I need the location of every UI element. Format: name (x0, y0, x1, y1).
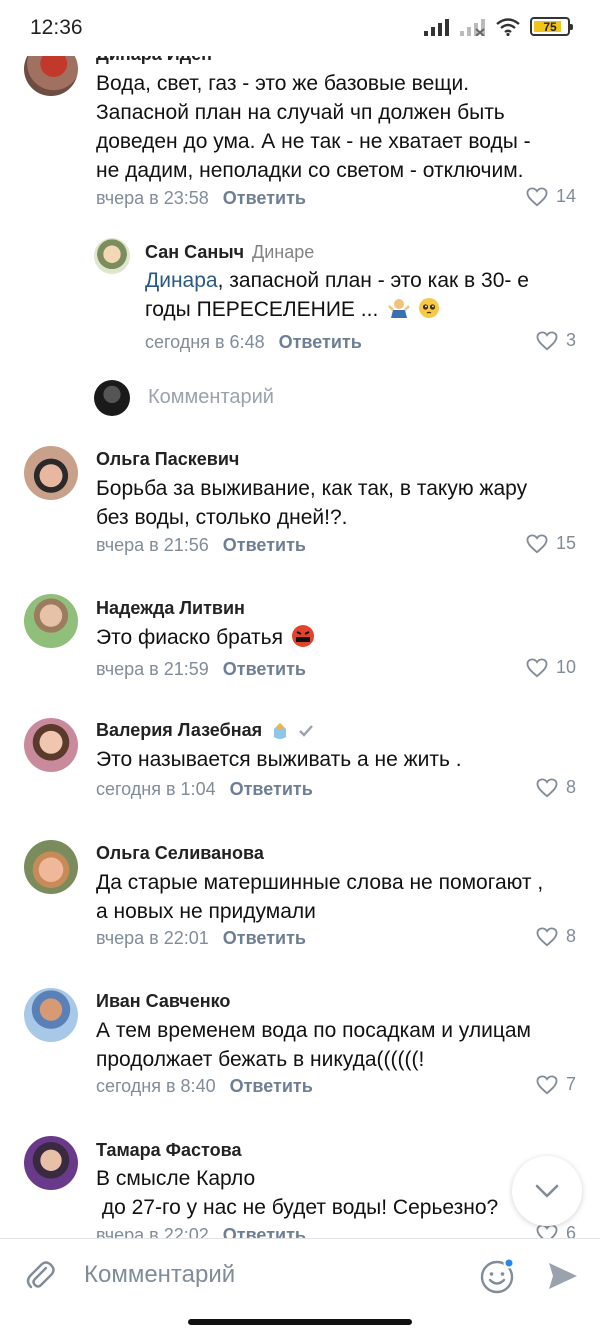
comment-meta: вчера в 21:56 Ответить (96, 535, 306, 556)
like-button[interactable]: 14 (526, 186, 576, 207)
comment-author[interactable]: Тамара Фастова (96, 1140, 241, 1161)
avatar[interactable] (24, 446, 78, 500)
signal-off-icon (460, 18, 485, 36)
heart-icon (536, 926, 558, 946)
comment-text: Это фиаско братья (96, 623, 576, 652)
heart-icon (536, 777, 558, 797)
reply-button[interactable]: Ответить (223, 1225, 306, 1238)
comment-time: вчера в 22:01 (96, 928, 209, 948)
reply-button[interactable]: Ответить (230, 1076, 313, 1096)
like-count: 6 (565, 1223, 576, 1238)
comment-time: вчера в 21:59 (96, 659, 209, 679)
like-count: 7 (565, 1074, 576, 1094)
comment-composer: Комментарий (0, 1238, 600, 1333)
comment-author[interactable]: Иван Савченко (96, 991, 230, 1012)
like-button[interactable]: 8 (536, 777, 576, 798)
battery-level: 75 (543, 19, 557, 34)
comment-input[interactable]: Комментарий (84, 1261, 235, 1289)
avatar[interactable] (94, 238, 130, 274)
chevron-down-icon (535, 1184, 559, 1198)
comment-time: сегодня в 1:04 (96, 779, 216, 799)
reply-button[interactable]: Ответить (223, 928, 306, 948)
comment-time: вчера в 21:56 (96, 535, 209, 555)
comment-author[interactable]: Сан Саныч Динаре (145, 242, 314, 263)
home-indicator (188, 1319, 412, 1325)
status-time: 12:36 (30, 16, 83, 39)
like-count: 15 (555, 533, 576, 553)
comment-text: Да старые матершинные слова не помогают … (96, 871, 544, 923)
battery-icon: 75 (530, 17, 573, 36)
scroll-down-button[interactable] (512, 1156, 582, 1226)
reply-button[interactable]: Ответить (223, 659, 306, 679)
like-count: 10 (555, 657, 576, 677)
comment-meta: сегодня в 6:48 Ответить (145, 332, 362, 353)
thread-reply-input[interactable]: Комментарий (148, 386, 274, 409)
like-count: 8 (565, 926, 576, 946)
swearing-emoji-icon (291, 625, 314, 647)
reply-button[interactable]: Ответить (230, 779, 313, 799)
comment-meta: вчера в 22:02 Ответить (96, 1225, 306, 1238)
comment-author[interactable]: Валерия Лазебная (96, 720, 314, 741)
like-button[interactable]: 3 (536, 330, 576, 351)
comment-text: Вода, свет, газ - это же базовые вещи. За… (96, 72, 531, 182)
heart-icon (536, 330, 558, 350)
comment-text: В смысле Карло до 27-го у нас не будет в… (96, 1167, 499, 1219)
comment-author[interactable]: Ольга Селиванова (96, 843, 264, 864)
like-count: 14 (555, 186, 576, 206)
pleading-emoji-icon (418, 298, 439, 318)
paperclip-icon[interactable] (24, 1259, 58, 1293)
like-button[interactable]: 8 (536, 926, 576, 947)
heart-icon (526, 186, 548, 206)
flower-emoji-icon (274, 722, 287, 739)
status-bar: 12:36 75 (0, 0, 600, 56)
comment-time: сегодня в 6:48 (145, 332, 265, 352)
wifi-icon (496, 17, 520, 36)
avatar[interactable] (24, 988, 78, 1042)
comment-time: сегодня в 8:40 (96, 1076, 216, 1096)
reply-button[interactable]: Ответить (279, 332, 362, 352)
comment-meta: вчера в 23:58 Ответить (96, 188, 306, 209)
comment-author[interactable]: Ольга Паскевич (96, 449, 239, 470)
heart-icon (526, 533, 548, 553)
mention-link[interactable]: Динара (145, 269, 218, 292)
reply-to: Динаре (252, 242, 315, 262)
comment-meta: вчера в 21:59 Ответить (96, 659, 306, 680)
comment-meta: сегодня в 8:40 Ответить (96, 1076, 313, 1097)
shrug-emoji-icon (388, 299, 410, 318)
avatar[interactable] (24, 840, 78, 894)
like-count: 3 (565, 330, 576, 350)
comment-author[interactable]: Динара Иден (96, 56, 212, 65)
comment-text: Борьба за выживание, как так, в такую жа… (96, 477, 528, 529)
status-icons: 75 (424, 17, 573, 36)
avatar[interactable] (24, 718, 78, 772)
comment-meta: сегодня в 1:04 Ответить (96, 779, 313, 800)
smile-icon[interactable] (478, 1257, 516, 1295)
reply-button[interactable]: Ответить (223, 535, 306, 555)
comment-text: Динара, запасной план - это как в 30- е … (145, 269, 529, 321)
avatar[interactable] (24, 594, 78, 648)
comment-time: вчера в 22:02 (96, 1225, 209, 1238)
send-icon[interactable] (546, 1259, 580, 1293)
comment-feed[interactable]: Динара Иден Вода, свет, газ - это же баз… (0, 56, 600, 1238)
like-button[interactable]: 15 (526, 533, 576, 554)
like-button[interactable]: 7 (536, 1074, 576, 1095)
check-icon (299, 724, 313, 737)
comment-text: Это называется выживать а не жить . (96, 748, 462, 771)
comment-author[interactable]: Надежда Литвин (96, 598, 245, 619)
heart-icon (536, 1074, 558, 1094)
avatar[interactable] (24, 1136, 78, 1190)
like-button[interactable]: 10 (526, 657, 576, 678)
comment-meta: вчера в 22:01 Ответить (96, 928, 306, 949)
avatar[interactable] (24, 56, 78, 96)
comment-time: вчера в 23:58 (96, 188, 209, 208)
comment-text: А тем временем вода по посадкам и улицам… (96, 1019, 531, 1071)
heart-icon (526, 657, 548, 677)
avatar (94, 380, 130, 416)
signal-icon (424, 18, 449, 36)
reply-button[interactable]: Ответить (223, 188, 306, 208)
like-count: 8 (565, 777, 576, 797)
